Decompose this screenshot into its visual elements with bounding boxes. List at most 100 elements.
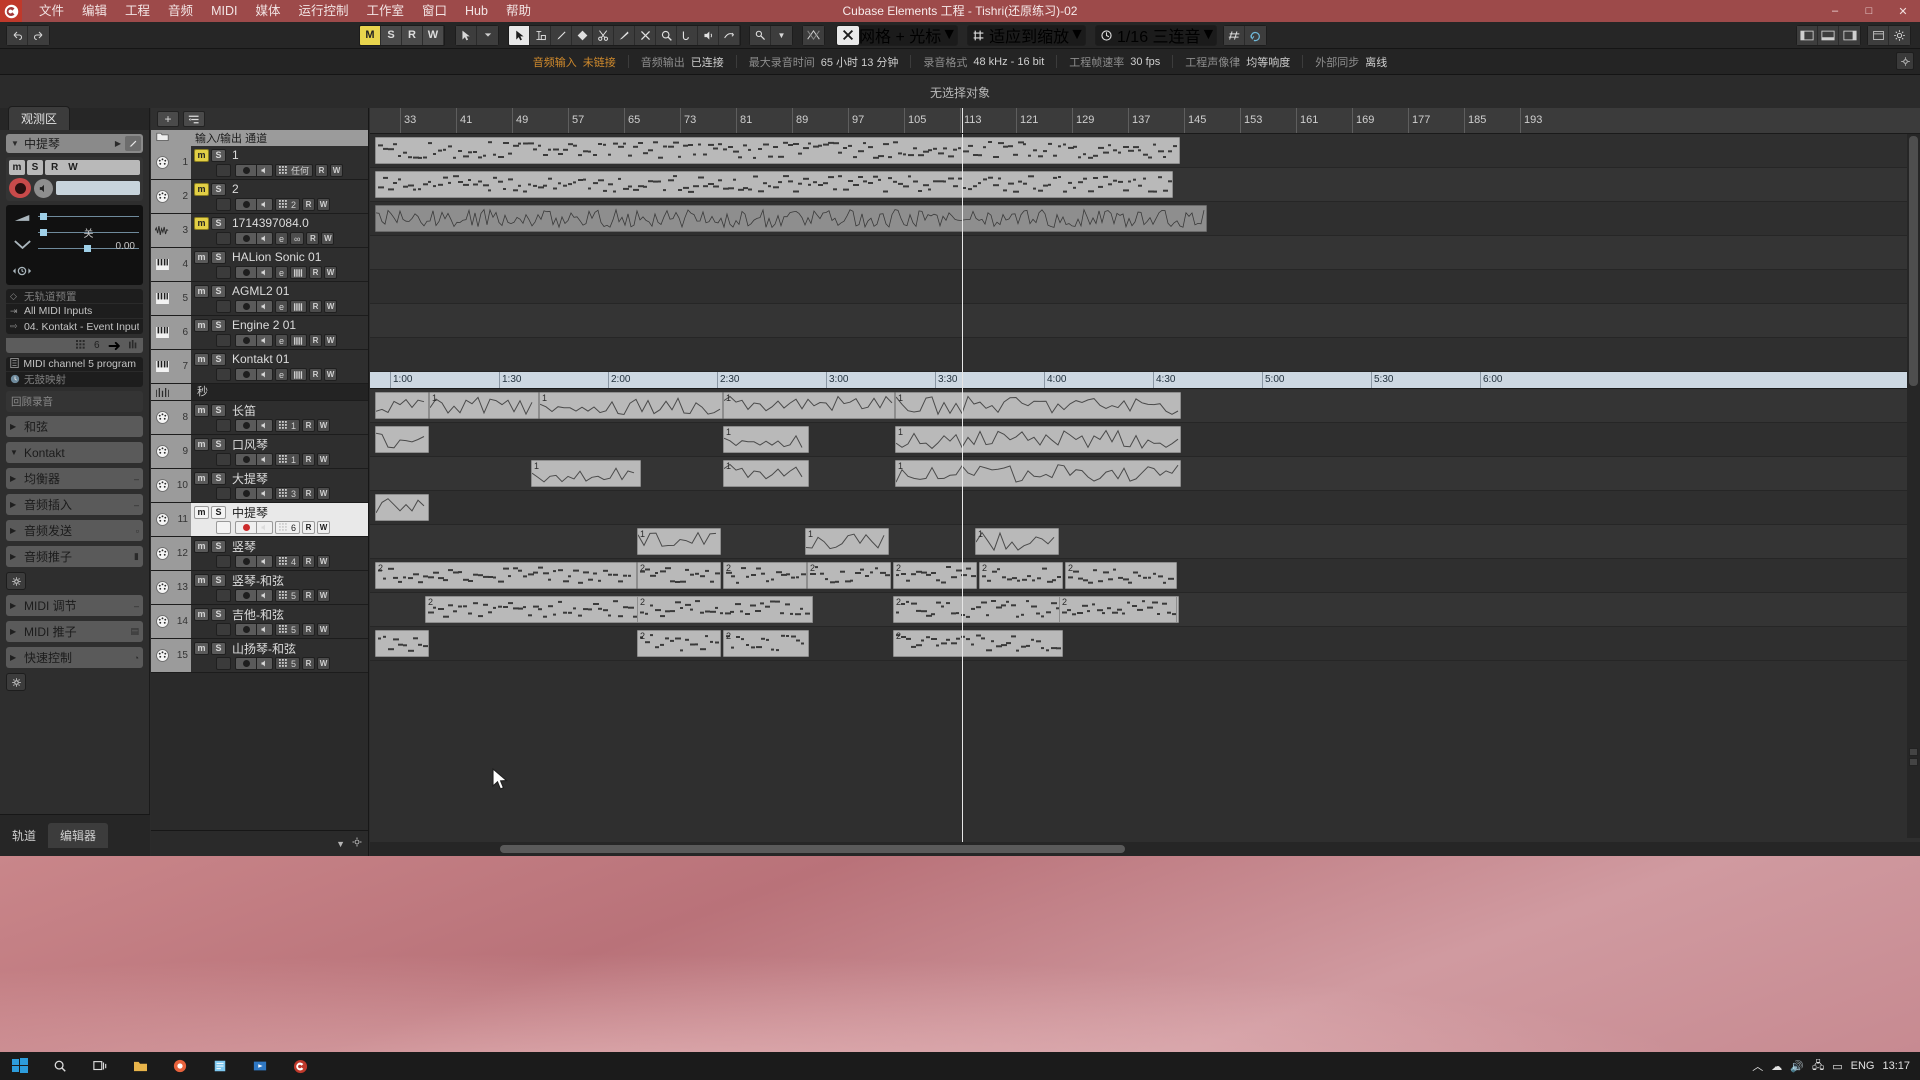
track-channel-button[interactable]: 2 <box>275 198 301 211</box>
track-monitor-button[interactable] <box>257 453 273 466</box>
track-body[interactable]: m S 长笛 1 R W <box>191 401 368 434</box>
section-right-icon-8[interactable]: ◔ <box>134 653 139 663</box>
info-bar-gear-icon[interactable] <box>1896 52 1914 70</box>
track-lane-button[interactable] <box>216 657 231 670</box>
track-read-button[interactable]: R <box>302 521 316 534</box>
taskbar-app-explorer-icon[interactable] <box>120 1052 160 1080</box>
section-triangle-icon-2[interactable]: ▶ <box>10 474 24 483</box>
inspector-section-5[interactable]: ▶ 音频推子 ▮ <box>6 546 143 567</box>
menu-item-10[interactable]: 帮助 <box>497 0 540 22</box>
tray-battery-icon[interactable]: ▭ <box>1832 1060 1842 1073</box>
menu-item-0[interactable]: 文件 <box>30 0 73 22</box>
track-list-toolbar[interactable]: + <box>151 108 368 130</box>
section-label-4[interactable]: 音频发送 <box>24 522 136 539</box>
track-monitor-button[interactable] <box>257 521 273 534</box>
lane-row[interactable] <box>370 338 1920 372</box>
event-part[interactable]: 2 <box>979 562 1063 589</box>
track-name[interactable]: Engine 2 01 <box>228 318 296 332</box>
inspector-section-4[interactable]: ▶ 音频发送 ▫ <box>6 520 143 541</box>
zoom-vertical-controls[interactable] <box>1909 748 1918 766</box>
track-body[interactable]: mS22RW <box>191 180 368 213</box>
track-record-enable[interactable] <box>235 623 257 636</box>
routing-label-0[interactable]: 无轨道预置 <box>24 289 77 304</box>
track-solo-button[interactable]: S <box>211 250 226 264</box>
inspector-footer-tab-1[interactable]: 编辑器 <box>48 823 109 848</box>
track-write-button[interactable]: W <box>317 589 331 602</box>
lane-row[interactable] <box>370 491 1920 525</box>
track-write-button[interactable]: W <box>324 368 338 381</box>
playhead[interactable] <box>962 134 963 856</box>
toolbar-right-group[interactable] <box>1793 24 1914 46</box>
track-solo-button[interactable]: S <box>211 403 226 417</box>
track-lane-button[interactable] <box>216 521 231 534</box>
arrange-area[interactable]: 33 41 49 57 65 73 81 89 97 105 113 121 129 137 145 153 1… <box>370 108 1920 856</box>
track-edit-button[interactable]: e <box>275 266 289 279</box>
track-row[interactable]: 1 m S 1 任何 R W <box>151 146 368 180</box>
task-view-icon[interactable] <box>80 1052 120 1080</box>
track-row[interactable]: 8 m S 长笛 1 R W <box>151 401 368 435</box>
event-part[interactable]: 2 <box>893 562 977 589</box>
track-row[interactable]: 9 m S 口风琴 1 R W <box>151 435 368 469</box>
track-monitor-button[interactable] <box>257 419 273 432</box>
automation-r-button[interactable]: R <box>402 25 423 45</box>
zoom-preset-group[interactable]: 适应到缩放 ▼ <box>967 24 1086 46</box>
track-name[interactable]: 竖琴-和弦 <box>228 572 284 589</box>
inspector-footer-tabs[interactable]: 轨道 编辑器 <box>0 814 150 856</box>
delay-lane[interactable]: 0.00 <box>38 240 139 256</box>
track-read-button[interactable]: R <box>302 198 316 211</box>
track-row-top[interactable]: mS1 <box>194 147 366 163</box>
zoom-preset-chevron-icon[interactable]: ▼ <box>1069 26 1085 44</box>
lane-row[interactable] <box>370 627 1920 661</box>
track-mute-button[interactable]: m <box>194 284 209 298</box>
event-part[interactable]: 1 <box>723 426 809 453</box>
minimize-button[interactable]: – <box>1818 0 1852 22</box>
track-mute-button[interactable]: m <box>194 318 209 332</box>
inspector-read-write-box[interactable]: R W <box>45 160 140 175</box>
tray-onedrive-icon[interactable]: ☁ <box>1771 1060 1782 1073</box>
track-monitor-button[interactable] <box>257 334 273 347</box>
track-channel-button[interactable]: 3 <box>275 487 301 500</box>
track-channel-button[interactable]: ∞ <box>290 232 305 245</box>
inspector-program-row[interactable]: MIDI channel 5 program 0 <box>6 357 143 372</box>
event-part[interactable]: 1 <box>637 528 721 555</box>
track-lane-button[interactable] <box>216 198 231 211</box>
section-triangle-icon-3[interactable]: ▶ <box>10 500 24 509</box>
menu-item-7[interactable]: 工作室 <box>357 0 413 22</box>
autoscroll-icon[interactable] <box>750 25 771 45</box>
taskbar-clock[interactable]: 13:17 <box>1882 1060 1910 1072</box>
quantize-value-label[interactable]: 1/16 三连音 <box>1117 23 1201 47</box>
snap-icon[interactable] <box>837 25 859 45</box>
track-row-top[interactable]: m S AGML2 01 <box>194 283 366 299</box>
section-label-0[interactable]: 和弦 <box>24 418 139 435</box>
track-monitor-button[interactable] <box>257 657 273 670</box>
track-row[interactable]: 2mS22RW <box>151 180 368 214</box>
track-row[interactable]: 6 m S Engine 2 01 e R W <box>151 316 368 350</box>
gear-icon[interactable] <box>1889 25 1910 45</box>
track-row-bottom[interactable]: e ∞ R W <box>194 231 366 246</box>
track-body[interactable]: m S 山扬琴-和弦 5 R W <box>191 639 368 672</box>
inspector-retrospective-record[interactable]: 回顾录音 <box>6 391 143 412</box>
track-name[interactable]: 吉他-和弦 <box>228 606 284 623</box>
menu-item-1[interactable]: 编辑 <box>73 0 116 22</box>
track-read-button[interactable]: R <box>309 266 323 279</box>
fader-lanes[interactable]: 关 0.00 <box>38 205 143 285</box>
vertical-scrollbar[interactable] <box>1907 134 1920 838</box>
track-row-top[interactable]: m S 竖琴-和弦 <box>194 572 366 588</box>
track-channel-button[interactable]: 1 <box>275 453 301 466</box>
track-row-top[interactable]: m S 山扬琴-和弦 <box>194 640 366 656</box>
track-row-top[interactable]: m S HALion Sonic 01 <box>194 249 366 265</box>
system-tray[interactable]: ︿ ☁ 🔊 🖧 ▭ ENG 13:17 <box>1752 1052 1920 1080</box>
track-row[interactable]: 5 m S AGML2 01 e R W <box>151 282 368 316</box>
track-read-button[interactable]: R <box>302 487 316 500</box>
track-monitor-button[interactable] <box>257 555 273 568</box>
track-solo-button[interactable]: S <box>211 573 226 587</box>
track-name[interactable]: 长笛 <box>228 402 256 419</box>
track-record-enable[interactable] <box>235 198 257 211</box>
track-solo-button[interactable]: S <box>211 641 226 655</box>
track-record-enable[interactable] <box>235 232 257 245</box>
event-part[interactable] <box>375 426 429 453</box>
track-mute-button[interactable]: m <box>194 607 209 621</box>
event-part[interactable]: 1 <box>723 460 809 487</box>
track-row-bottom[interactable]: 5RW <box>194 622 366 637</box>
inspector-section-6[interactable]: ▶ MIDI 调节 – <box>6 595 143 616</box>
